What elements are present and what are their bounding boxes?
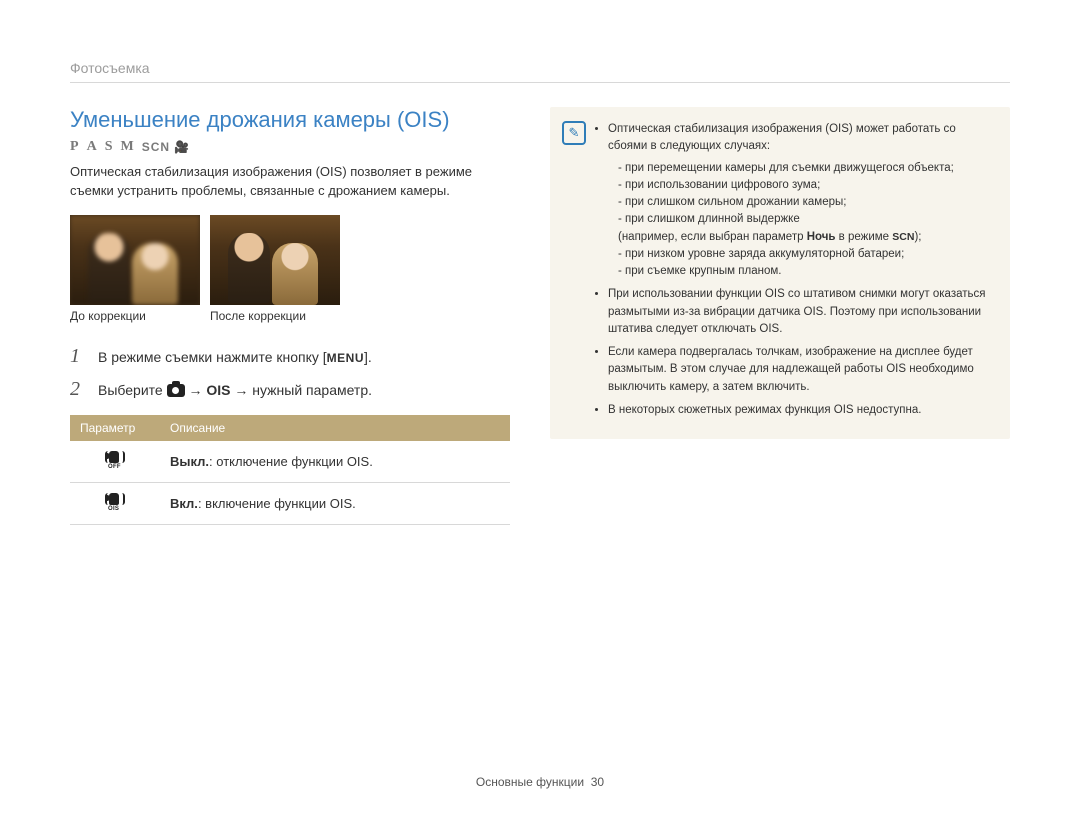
step-2-ois: OIS <box>206 382 230 398</box>
notice-item: Оптическая стабилизация изображения (OIS… <box>608 121 992 280</box>
notice-item: В некоторых сюжетных режимах функция OIS… <box>608 402 992 419</box>
icon-sub: OFF <box>108 464 121 470</box>
notice-subitem: при низком уровне заряда аккумуляторной … <box>618 246 992 263</box>
step-2-prefix: Выберите <box>98 382 167 398</box>
footer-section: Основные функции <box>476 775 584 789</box>
step-1-suffix: ]. <box>364 349 372 365</box>
left-column: Уменьшение дрожания камеры (OIS) P A S M… <box>70 107 510 525</box>
notice-list: Оптическая стабилизация изображения (OIS… <box>594 121 992 419</box>
notice-extra-bold: Ночь <box>807 231 836 243</box>
step-num: 1 <box>70 345 84 368</box>
row-bold: Выкл. <box>170 454 209 469</box>
mode-a: A <box>87 139 101 155</box>
row-bold: Вкл. <box>170 496 198 511</box>
mode-m: M <box>120 139 137 155</box>
ois-off-icon: OFF <box>105 451 125 469</box>
menu-label: MENU <box>327 351 364 365</box>
notice-b1: Оптическая стабилизация изображения (OIS… <box>608 123 956 152</box>
notice-subitem: при слишком сильном дрожании камеры; <box>618 194 992 211</box>
steps-list: 1 В режиме съемки нажмите кнопку [MENU].… <box>70 345 510 401</box>
intro-text: Оптическая стабилизация изображения (OIS… <box>70 163 510 201</box>
sample-images <box>70 215 510 305</box>
step-1: 1 В режиме съемки нажмите кнопку [MENU]. <box>70 345 510 368</box>
mode-video-icon: 🎥 <box>174 140 189 155</box>
icon-sub: OIS <box>108 506 119 512</box>
step-text: Выберите → OIS → нужный параметр. <box>98 382 372 398</box>
step-1-prefix: В режиме съемки нажмите кнопку [ <box>98 349 327 365</box>
right-column: ✎ Оптическая стабилизация изображения (O… <box>550 107 1010 525</box>
row-rest: : включение функции OIS. <box>198 496 356 511</box>
content-columns: Уменьшение дрожания камеры (OIS) P A S M… <box>70 107 1010 525</box>
mode-p: P <box>70 139 83 155</box>
step-2: 2 Выберите → OIS → нужный параметр. <box>70 378 510 401</box>
mode-row: P A S M SCN 🎥 <box>70 139 510 155</box>
table-row: OIS Вкл.: включение функции OIS. <box>70 482 510 524</box>
row-rest: : отключение функции OIS. <box>209 454 373 469</box>
ois-on-icon: OIS <box>105 493 125 511</box>
sample-after-image <box>210 215 340 305</box>
th-param: Параметр <box>70 415 160 441</box>
sample-before-image <box>70 215 200 305</box>
footer-page: 30 <box>591 775 604 789</box>
notice-extra-prefix: (например, если выбран параметр <box>618 231 807 243</box>
notice-subitem: при использовании цифрового зума; <box>618 177 992 194</box>
camera-icon <box>167 384 185 397</box>
caption-before: До коррекции <box>70 309 200 323</box>
notice-extra-scn: SCN <box>892 231 914 243</box>
page: Фотосъемка Уменьшение дрожания камеры (O… <box>0 0 1080 815</box>
notice-extra-mid: в режиме <box>835 231 892 243</box>
breadcrumb: Фотосъемка <box>70 60 1010 83</box>
mode-s: S <box>105 139 117 155</box>
cell-desc: Вкл.: включение функции OIS. <box>160 482 510 524</box>
notice-sub3: при слишком длинной выдержке <box>625 213 800 225</box>
notice-item: Если камера подвергалась толчкам, изобра… <box>608 344 992 396</box>
notice-extra-suffix: ); <box>914 231 921 243</box>
cell-desc: Выкл.: отключение функции OIS. <box>160 441 510 483</box>
note-icon: ✎ <box>562 121 586 145</box>
notice-subitem: при перемещении камеры для съемки движущ… <box>618 160 992 177</box>
step-2-suffix: → нужный параметр. <box>231 382 373 398</box>
step-num: 2 <box>70 378 84 401</box>
table-row: OFF Выкл.: отключение функции OIS. <box>70 441 510 483</box>
notice-sublist: при перемещении камеры для съемки движущ… <box>608 160 992 281</box>
th-desc: Описание <box>160 415 510 441</box>
page-footer: Основные функции 30 <box>0 775 1080 789</box>
mode-scn: SCN <box>142 140 170 154</box>
page-title: Уменьшение дрожания камеры (OIS) <box>70 107 510 133</box>
caption-after: После коррекции <box>210 309 340 323</box>
notice-item: При использовании функции OIS со штативо… <box>608 286 992 338</box>
step-2-arrow1: → <box>185 382 207 398</box>
notice-box: ✎ Оптическая стабилизация изображения (O… <box>550 107 1010 439</box>
notice-subitem: при съемке крупным планом. <box>618 263 992 280</box>
notice-subitem: при слишком длинной выдержке (например, … <box>618 211 992 246</box>
param-table: Параметр Описание OFF Выкл.: отк <box>70 415 510 525</box>
step-text: В режиме съемки нажмите кнопку [MENU]. <box>98 349 372 365</box>
caption-row: До коррекции После коррекции <box>70 309 510 323</box>
